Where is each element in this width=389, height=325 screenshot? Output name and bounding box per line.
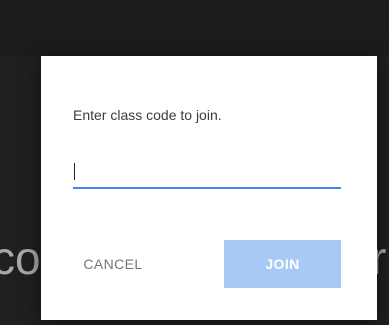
- background-text-fragment-left: co: [0, 232, 41, 284]
- dialog-prompt: Enter class code to join.: [73, 107, 222, 123]
- text-cursor: [74, 163, 75, 180]
- cancel-button[interactable]: CANCEL: [73, 240, 153, 288]
- join-class-dialog: Enter class code to join. CANCEL JOIN: [41, 56, 377, 320]
- class-code-input[interactable]: [73, 156, 341, 187]
- input-focus-underline: [73, 187, 341, 189]
- join-button[interactable]: JOIN: [224, 240, 341, 288]
- backdrop-header-band: [0, 0, 389, 56]
- class-code-field[interactable]: [73, 156, 341, 189]
